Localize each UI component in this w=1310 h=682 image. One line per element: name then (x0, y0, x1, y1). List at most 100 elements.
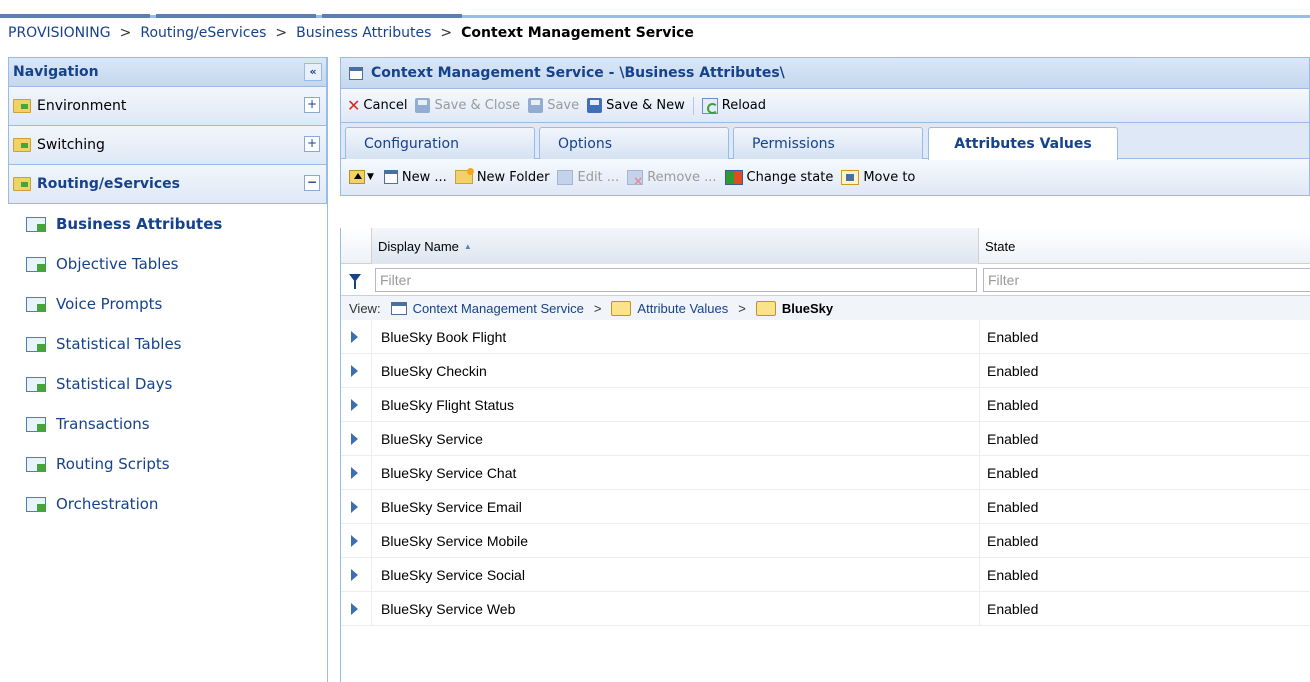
expand-row-icon[interactable] (351, 331, 358, 343)
reload-button[interactable]: Reload (701, 97, 766, 114)
new-button[interactable]: New ... (383, 170, 447, 185)
expand-icon[interactable]: + (304, 97, 320, 113)
sidebar-item-orchestration[interactable]: Orchestration (8, 484, 327, 524)
sidebar-item-voice-prompts[interactable]: Voice Prompts (8, 284, 327, 324)
breadcrumb-separator: > (119, 25, 132, 41)
view-path: View: Context Management Service > Attri… (341, 296, 1310, 320)
sidebar-item-routing-scripts[interactable]: Routing Scripts (8, 444, 327, 484)
grid-toolbar: ▼ New ... New Folder Edit ... Remove ...… (340, 159, 1310, 196)
remove-label: Remove ... (647, 169, 717, 185)
remove-icon (627, 169, 644, 188)
tab-label: Configuration (364, 135, 459, 152)
remove-button[interactable]: Remove ... (627, 169, 717, 188)
table-row[interactable]: BlueSky Service Chat Enabled (341, 456, 1310, 490)
breadcrumb-item[interactable]: PROVISIONING (8, 25, 111, 41)
panel-title: Context Management Service - \Business A… (371, 65, 785, 81)
list-window-icon (26, 456, 46, 472)
table-row[interactable]: BlueSky Service Web Enabled (341, 592, 1310, 626)
expand-row-icon[interactable] (351, 399, 358, 411)
table-row[interactable]: BlueSky Book Flight Enabled (341, 320, 1310, 354)
filter-row: Filter Filter (341, 264, 1310, 296)
save-button[interactable]: Save (528, 98, 579, 113)
new-window-icon (383, 170, 398, 184)
expand-row-icon[interactable] (351, 603, 358, 615)
display-name-filter-input[interactable]: Filter (375, 268, 977, 292)
row-state: Enabled (987, 601, 1039, 617)
breadcrumb-item[interactable]: Business Attributes (296, 25, 431, 41)
cancel-button[interactable]: ✕ Cancel (347, 96, 407, 115)
nav-group-environment[interactable]: Environment + (8, 87, 327, 126)
save-close-button[interactable]: Save & Close (415, 98, 520, 113)
table-row[interactable]: BlueSky Service Mobile Enabled (341, 524, 1310, 558)
view-path-item[interactable]: Attribute Values (637, 301, 728, 316)
expand-row-icon[interactable] (351, 433, 358, 445)
sidebar-item-business-attributes[interactable]: Business Attributes (8, 204, 327, 244)
view-label: View: (349, 300, 381, 316)
view-path-separator: > (593, 300, 602, 316)
cancel-icon: ✕ (347, 96, 361, 115)
main-panel: Context Management Service - \Business A… (340, 57, 1310, 682)
list-window-icon (26, 336, 46, 352)
tab-configuration[interactable]: Configuration (345, 127, 535, 159)
table-row[interactable]: BlueSky Checkin Enabled (341, 354, 1310, 388)
nav-group-switching[interactable]: Switching + (8, 126, 327, 165)
change-state-label: Change state (746, 169, 834, 185)
row-state: Enabled (987, 499, 1039, 515)
edit-button[interactable]: Edit ... (557, 169, 619, 185)
change-state-button[interactable]: Change state (724, 169, 834, 185)
nav-item-list: Business Attributes Objective Tables Voi… (8, 204, 327, 524)
breadcrumb-item[interactable]: Routing/eServices (140, 25, 266, 41)
row-state: Enabled (987, 363, 1039, 379)
sidebar-item-label: Business Attributes (56, 215, 223, 233)
view-path-item[interactable]: Context Management Service (413, 301, 584, 316)
window-icon (390, 301, 407, 315)
state-filter-input[interactable]: Filter (983, 268, 1310, 292)
tab-strip: Configuration Options Permissions Attrib… (340, 123, 1310, 160)
save-icon (587, 98, 603, 113)
move-to-icon (841, 169, 860, 185)
sidebar-item-statistical-tables[interactable]: Statistical Tables (8, 324, 327, 364)
go-up-button[interactable]: ▼ (349, 170, 384, 184)
expand-row-icon[interactable] (351, 365, 358, 377)
grid-header: Display Name ▲ State (341, 228, 1310, 264)
row-display-name: BlueSky Service (381, 431, 483, 447)
reload-icon (701, 97, 718, 114)
table-row[interactable]: BlueSky Service Enabled (341, 422, 1310, 456)
sidebar-item-objective-tables[interactable]: Objective Tables (8, 244, 327, 284)
collapse-sidebar-button[interactable]: « (304, 63, 322, 81)
attribute-values-grid: Display Name ▲ State Filter Filter View:… (340, 228, 1310, 682)
filter-icon (349, 274, 361, 289)
move-to-label: Move to (863, 169, 916, 185)
sidebar-item-statistical-days[interactable]: Statistical Days (8, 364, 327, 404)
row-display-name: BlueSky Book Flight (381, 329, 507, 345)
tab-attributes-values[interactable]: Attributes Values (928, 127, 1118, 160)
tab-options[interactable]: Options (539, 127, 729, 159)
tab-label: Options (558, 135, 613, 152)
expand-icon[interactable]: + (304, 136, 320, 152)
tab-permissions[interactable]: Permissions (733, 127, 923, 159)
column-header-state[interactable]: State (979, 228, 1310, 264)
column-header-display-name[interactable]: Display Name ▲ (371, 228, 979, 264)
expand-row-icon[interactable] (351, 535, 358, 547)
folder-up-icon (349, 170, 365, 184)
table-row[interactable]: BlueSky Service Social Enabled (341, 558, 1310, 592)
sidebar-item-label: Statistical Tables (56, 335, 182, 353)
nav-group-routing-eservices[interactable]: Routing/eServices − (8, 165, 327, 204)
breadcrumb-separator: > (440, 25, 453, 41)
list-window-icon (26, 216, 46, 232)
table-row[interactable]: BlueSky Service Email Enabled (341, 490, 1310, 524)
new-folder-button[interactable]: New Folder (454, 168, 549, 185)
sidebar-item-transactions[interactable]: Transactions (8, 404, 327, 444)
collapse-icon[interactable]: − (304, 175, 320, 191)
nav-group-label: Environment (37, 98, 127, 114)
expand-row-icon[interactable] (351, 467, 358, 479)
table-row[interactable]: BlueSky Flight Status Enabled (341, 388, 1310, 422)
column-header-label: State (985, 238, 1016, 254)
expand-row-icon[interactable] (351, 501, 358, 513)
grid-body: BlueSky Book Flight Enabled BlueSky Chec… (341, 320, 1310, 626)
expand-row-icon[interactable] (351, 569, 358, 581)
save-label: Save (547, 98, 580, 113)
save-new-button[interactable]: Save & New (587, 98, 685, 113)
list-window-icon (26, 256, 46, 272)
move-to-button[interactable]: Move to (841, 169, 916, 185)
